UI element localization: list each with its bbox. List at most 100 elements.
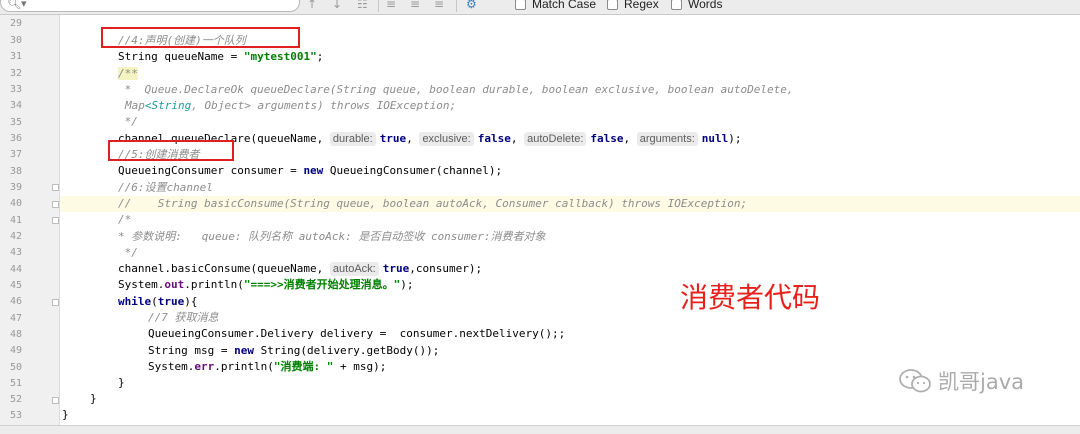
line-number: 30 — [9, 35, 22, 46]
highlight-box-declare-queue — [101, 27, 300, 48]
code-token: , — [406, 132, 420, 145]
code-token: ); — [728, 132, 742, 145]
checkbox-icon[interactable] — [671, 0, 682, 10]
line-number: 52 — [9, 394, 22, 405]
add-occurrence-icon[interactable]: ≡ — [386, 0, 396, 11]
line-number: 50 — [9, 362, 22, 373]
line-number: 40 — [9, 198, 22, 209]
string-literal: "mytest001" — [243, 50, 317, 63]
line-number: 53 — [9, 410, 22, 421]
code-line-51[interactable]: } — [118, 375, 125, 391]
code-token: String(delivery.getBody()); — [253, 344, 440, 357]
code-line-40[interactable]: // String basicConsume(String queue, boo… — [118, 196, 747, 212]
code-line-52[interactable]: } — [90, 391, 97, 407]
line-number: 38 — [9, 166, 22, 177]
static-field: err — [194, 360, 215, 373]
keyword: true — [382, 262, 410, 275]
code-line-39[interactable]: //6:设置channel — [118, 180, 213, 196]
code-line-48[interactable]: QueueingConsumer.Delivery delivery = con… — [148, 326, 565, 342]
annotation-consumer-code: 消费者代码 — [680, 281, 821, 314]
code-token: QueueingConsumer(channel); — [323, 164, 503, 177]
line-number: 34 — [9, 100, 22, 111]
line-number: 39 — [9, 182, 22, 193]
code-line-33[interactable]: * Queue.DeclareOk queueDeclare(String qu… — [118, 82, 794, 98]
string-literal: "消费端: " — [273, 360, 334, 373]
toolbar-divider — [456, 0, 457, 12]
find-toolbar: 🔍︎▾ ↑ ↓ ☷ ≡ ≡ ≡ ⚙ Match Case Regex Words — [0, 0, 1080, 15]
generic-type: <String — [144, 99, 192, 112]
fold-marker-icon[interactable] — [52, 201, 59, 208]
line-number: 49 — [9, 345, 22, 356]
code-line-34[interactable]: Map<String, Object> arguments) throws IO… — [125, 98, 456, 114]
code-token: + msg); — [333, 360, 387, 373]
keyword: null — [701, 132, 729, 145]
code-line-32[interactable]: /** — [118, 66, 138, 82]
regex-checkbox[interactable]: Regex — [607, 0, 659, 11]
remove-occurrence-icon[interactable]: ≡ — [410, 0, 420, 11]
fold-marker-icon[interactable] — [52, 217, 59, 224]
code-line-46[interactable]: while(true){ — [118, 294, 198, 310]
line-number: 29 — [9, 18, 22, 29]
line-number: 37 — [9, 149, 22, 160]
keyword: new — [234, 344, 254, 357]
code-token: ,consumer); — [409, 262, 483, 275]
code-token: , — [623, 132, 637, 145]
code-token: Queue.DeclareOk queueDeclare(String queu… — [144, 83, 794, 96]
search-icon[interactable]: 🔍︎▾ — [7, 0, 27, 10]
words-checkbox[interactable]: Words — [671, 0, 722, 11]
code-line-35[interactable]: */ — [118, 114, 138, 130]
code-token: ){ — [184, 295, 198, 308]
line-number: 32 — [9, 68, 22, 79]
keyword: false — [477, 132, 511, 145]
code-token: String queueName = — [118, 50, 244, 63]
toolbar-divider — [378, 0, 379, 12]
watermark: 凯哥java — [898, 366, 1024, 396]
select-all-occurrences-icon[interactable]: ≡ — [434, 0, 444, 11]
fold-marker-icon[interactable] — [52, 397, 59, 404]
code-line-49[interactable]: String msg = new String(delivery.getBody… — [148, 343, 439, 359]
code-line-41[interactable]: /* — [118, 212, 131, 228]
regex-label: Regex — [624, 0, 659, 11]
fold-marker-icon[interactable] — [52, 184, 59, 191]
code-token: .println( — [214, 360, 274, 373]
code-token: ); — [400, 278, 414, 291]
code-line-31[interactable]: String queueName = "mytest001"; — [118, 49, 323, 65]
line-number: 33 — [9, 84, 22, 95]
fold-marker-icon[interactable] — [52, 299, 59, 306]
keyword: true — [379, 132, 407, 145]
code-line-47[interactable]: //7 获取消息 — [148, 310, 219, 326]
code-token: QueueingConsumer consumer = — [118, 164, 304, 177]
words-label: Words — [688, 0, 723, 11]
param-hint-exclusive: exclusive: — [419, 132, 474, 146]
checkbox-icon[interactable] — [607, 0, 618, 10]
match-case-checkbox[interactable]: Match Case — [515, 0, 596, 11]
code-line-45[interactable]: System.out.println("===>>消费者开始处理消息。"); — [118, 277, 413, 293]
highlight-box-create-consumer — [108, 140, 234, 161]
code-token: System. — [148, 360, 195, 373]
code-token: , Object> arguments) throws IOException; — [191, 99, 457, 112]
code-line-44[interactable]: channel.basicConsume(queueName, autoAck:… — [118, 261, 482, 277]
line-number: 45 — [9, 280, 22, 291]
down-arrow-icon[interactable]: ↓ — [332, 0, 342, 11]
up-arrow-icon[interactable]: ↑ — [307, 0, 317, 11]
checkbox-icon[interactable] — [515, 0, 526, 10]
code-line-53[interactable]: } — [62, 407, 69, 423]
code-token: Map — [125, 99, 145, 112]
code-line-42[interactable]: * 参数说明: queue: 队列名称 autoAck: 是否自动签收 cons… — [118, 229, 546, 245]
search-input[interactable]: 🔍︎▾ — [0, 0, 300, 12]
code-line-50[interactable]: System.err.println("消费端: " + msg); — [148, 359, 386, 375]
static-field: out — [164, 278, 185, 291]
code-line-43[interactable]: */ — [118, 245, 138, 261]
keyword: new — [303, 164, 324, 177]
code-token: System. — [118, 278, 165, 291]
line-number: 36 — [9, 133, 22, 144]
param-hint-autoack: autoAck: — [329, 262, 379, 276]
code-token: String msg = — [148, 344, 235, 357]
code-token: .println( — [184, 278, 244, 291]
param-hint-arguments: arguments: — [636, 132, 698, 146]
find-all-icon[interactable]: ☷ — [357, 0, 368, 11]
settings-gear-icon[interactable]: ⚙ — [466, 0, 477, 11]
keyword: true — [157, 295, 185, 308]
code-line-38[interactable]: QueueingConsumer consumer = new Queueing… — [118, 163, 502, 179]
line-number: 41 — [9, 215, 22, 226]
